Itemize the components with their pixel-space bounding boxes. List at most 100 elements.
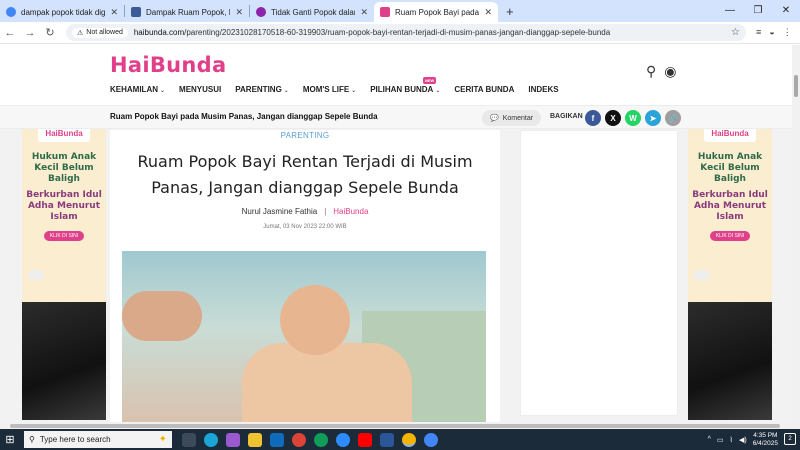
outlook-icon[interactable] — [270, 432, 284, 447]
chrome-active-icon[interactable] — [402, 432, 416, 447]
article-category[interactable]: PARENTING — [110, 131, 500, 140]
word-icon[interactable] — [380, 432, 394, 447]
profile-icon[interactable]: ◒ — [769, 27, 774, 38]
chrome-alt-icon[interactable] — [424, 432, 438, 447]
byline-separator: | — [324, 207, 327, 216]
taskbar-search[interactable]: ⚲ Type here to search ✦ — [24, 431, 172, 448]
facebook-icon[interactable]: f — [585, 110, 601, 126]
clock-date: 6/4/2025 — [752, 439, 778, 447]
nav-kehamilan[interactable]: KEHAMILAN ⌄ — [110, 85, 165, 94]
battery-icon[interactable]: ▭ — [717, 436, 724, 444]
nav-indeks[interactable]: INDEKS — [528, 85, 558, 94]
close-icon[interactable]: ✕ — [110, 7, 118, 18]
address-bar[interactable]: ⚠ Not allowed haibunda.com/parenting/202… — [66, 24, 746, 41]
nav-label: MENYUSUI — [179, 85, 222, 94]
site-info-chip[interactable]: ⚠ Not allowed — [72, 27, 128, 38]
close-icon[interactable]: ✕ — [235, 7, 243, 18]
chevron-up-icon[interactable]: ^ — [708, 436, 711, 443]
plus-icon[interactable]: + — [498, 4, 522, 19]
reload-icon[interactable]: ↻ — [40, 26, 60, 39]
tab-tidak-ganti[interactable]: Tidak Ganti Popok dalam Wakt ✕ — [250, 2, 374, 22]
hero-baby-head — [280, 285, 350, 355]
nav-label: MOM'S LIFE — [302, 85, 350, 94]
zoom-icon[interactable] — [336, 432, 350, 447]
tab-label: dampak popok tidak diganti - G — [21, 7, 106, 17]
ad-cta-button[interactable]: KLIK DI SINI — [44, 231, 84, 241]
tab-label: Tidak Ganti Popok dalam Wakt — [271, 7, 355, 17]
close-icon[interactable]: ✕ — [360, 7, 368, 18]
side-ad-left[interactable]: HaiBunda Hukum Anak Kecil Belum Baligh B… — [22, 108, 106, 420]
file-explorer-icon[interactable] — [248, 432, 262, 447]
back-icon[interactable]: ← — [0, 27, 20, 39]
tab-dampak-ruam[interactable]: Dampak Ruam Popok, Bisa Hal ✕ — [125, 2, 249, 22]
right-sidebar — [520, 130, 678, 416]
comment-button[interactable]: 💬 Komentar — [482, 110, 542, 126]
scroll-thumb[interactable] — [10, 424, 780, 428]
link-icon[interactable]: 🔗 — [665, 110, 681, 126]
user-icon[interactable]: ◉ — [664, 63, 676, 80]
forward-icon[interactable]: → — [20, 27, 40, 39]
nav-menyusui[interactable]: MENYUSUI — [179, 85, 221, 94]
sheep-illustration — [694, 270, 710, 280]
sticky-title: Ruam Popok Bayi pada Musim Panas, Jangan… — [110, 112, 378, 121]
window-controls: — ❐ ✕ — [716, 0, 800, 22]
chevron-down-icon: ⌄ — [351, 88, 357, 94]
chrome-icon[interactable] — [292, 432, 306, 447]
bookmark-star-icon[interactable]: ☆ — [731, 27, 740, 38]
telegram-icon[interactable]: ➤ — [645, 110, 661, 126]
tab-ruam-popok-active[interactable]: Ruam Popok Bayi pada Musim ✕ — [374, 2, 498, 22]
nav-pilihan-bunda[interactable]: PILIHAN BUNDA ⌄ NEW — [370, 77, 441, 94]
taskbar: ⊞ ⚲ Type here to search ✦ ^ ▭ ⌇ ◀) 4:35 … — [0, 429, 800, 450]
tab-label: Ruam Popok Bayi pada Musim — [395, 7, 480, 17]
x-icon[interactable]: X — [605, 110, 621, 126]
maximize-icon[interactable]: ❐ — [744, 0, 772, 22]
menu-icon[interactable]: ⋮ — [783, 27, 792, 38]
chevron-down-icon: ⌄ — [160, 88, 166, 94]
ad-photo — [688, 302, 772, 420]
url-text[interactable]: haibunda.com/parenting/20231028170518-60… — [134, 28, 731, 37]
chrome-profile-icon[interactable] — [314, 432, 328, 447]
ad-headline: Hukum Anak Kecil Belum Baligh — [31, 152, 97, 184]
tab-google-search[interactable]: dampak popok tidak diganti - G ✕ — [0, 2, 124, 22]
nav-cerita-bunda[interactable]: CERITA BUNDA — [454, 85, 514, 94]
close-icon[interactable]: ✕ — [484, 7, 492, 18]
clock[interactable]: 4:35 PM 6/4/2025 — [753, 432, 778, 448]
publish-date: Jumat, 03 Nov 2023 22:00 WIB — [263, 224, 347, 230]
chevron-down-icon: ⌄ — [435, 88, 441, 94]
url-host: haibunda.com — [133, 28, 185, 37]
youtube-icon[interactable] — [358, 432, 372, 447]
site-logo[interactable]: HaiBunda — [110, 53, 226, 77]
close-window-icon[interactable]: ✕ — [772, 0, 800, 22]
article: PARENTING Ruam Popok Bayi Rentan Terjadi… — [110, 130, 500, 422]
ad-headline: Hukum Anak Kecil Belum Baligh — [697, 152, 763, 184]
tab-label: Dampak Ruam Popok, Bisa Hal — [146, 7, 230, 17]
search-icon[interactable]: ⚲ — [646, 63, 656, 80]
sparkle-icon: ✦ — [158, 434, 167, 445]
side-ad-right[interactable]: HaiBunda Hukum Anak Kecil Belum Baligh B… — [688, 108, 772, 420]
haibunda-favicon-icon — [380, 7, 390, 17]
ad-photo — [22, 302, 106, 420]
minimize-icon[interactable]: — — [716, 0, 744, 22]
ad-subheadline: Berkurban Idul Adha Menurut Islam — [692, 190, 768, 222]
nav-label: KEHAMILAN — [110, 85, 158, 94]
ad-cta-button[interactable]: KLIK DI SINI — [710, 231, 750, 241]
vertical-scrollbar[interactable] — [792, 45, 800, 423]
tab-search-icon[interactable]: ≡ — [756, 27, 761, 38]
task-view-icon[interactable] — [182, 432, 196, 447]
network-icon[interactable]: ⌇ — [730, 436, 733, 444]
author-name[interactable]: Nurul Jasmine Fathia — [242, 207, 318, 216]
article-title: Ruam Popok Bayi Rentan Terjadi di Musim … — [137, 152, 473, 197]
nav-moms-life[interactable]: MOM'S LIFE ⌄ — [303, 85, 356, 94]
edge-icon[interactable] — [204, 432, 218, 447]
article-source[interactable]: HaiBunda — [333, 207, 368, 216]
windows-start-icon[interactable]: ⊞ — [0, 433, 20, 446]
scroll-thumb[interactable] — [794, 75, 798, 97]
hero-hand — [122, 291, 202, 341]
nav-label: PARENTING — [235, 85, 282, 94]
notification-icon[interactable]: 2 — [784, 433, 796, 445]
whatsapp-icon[interactable]: W — [625, 110, 641, 126]
nav-parenting[interactable]: PARENTING ⌄ — [235, 85, 289, 94]
speaker-icon[interactable]: ◀) — [739, 436, 747, 444]
clock-time: 4:35 PM — [753, 431, 778, 439]
copilot-icon[interactable] — [226, 432, 240, 447]
